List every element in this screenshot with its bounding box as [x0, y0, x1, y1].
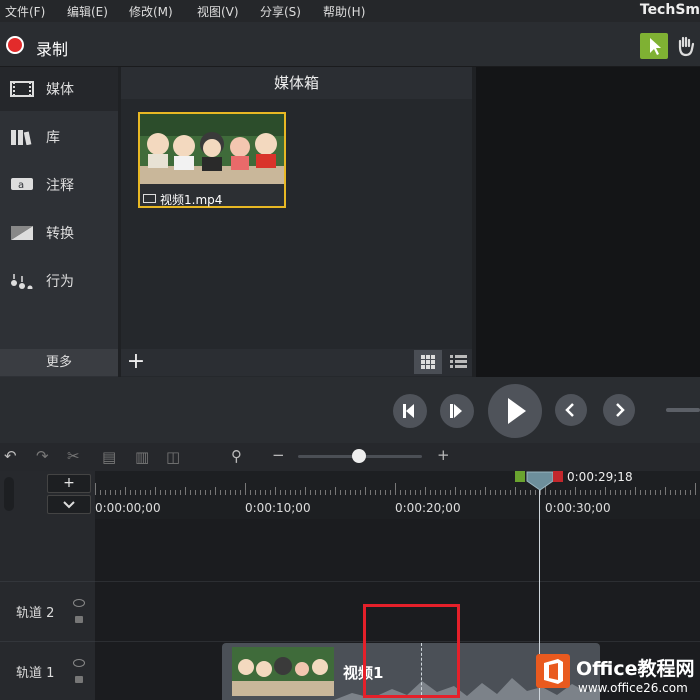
track-2-label: 轨道 2: [16, 606, 55, 621]
list-view-button[interactable]: [444, 350, 472, 374]
step-forward-icon: [450, 404, 462, 418]
brand-name: TechSm: [639, 2, 700, 18]
media-bin-title: 媒体箱: [121, 67, 472, 99]
chevron-right-icon: [616, 403, 625, 417]
collapse-tracks-button[interactable]: [47, 495, 91, 514]
split-icon[interactable]: ◫: [166, 448, 180, 466]
ruler-tick-label: 0:00:30;00: [545, 501, 611, 515]
record-toolbar: [0, 22, 700, 67]
sidebar: 媒体 库 a 注释 转换 行为: [0, 67, 118, 377]
playback-bar: [0, 377, 700, 443]
list-icon: [450, 355, 467, 368]
ruler-tick-label: 0:00:10;00: [245, 501, 311, 515]
play-button[interactable]: [488, 384, 542, 438]
menu-modify[interactable]: 修改(M): [129, 3, 173, 20]
step-back-icon: [403, 404, 414, 418]
zoom-out-icon[interactable]: −: [272, 446, 285, 464]
playhead-handle[interactable]: [515, 471, 555, 491]
cut-icon[interactable]: ✂: [67, 447, 80, 465]
chevron-down-icon: [63, 501, 75, 509]
sidebar-item-label: 库: [46, 130, 60, 146]
select-tool-button[interactable]: [640, 33, 668, 59]
eye-icon[interactable]: [73, 599, 85, 607]
behavior-icon: [11, 274, 33, 289]
sidebar-item-transitions[interactable]: 转换: [0, 211, 118, 255]
play-icon: [508, 398, 526, 424]
lock-icon[interactable]: [75, 676, 83, 683]
grid-icon: [421, 355, 435, 369]
record-icon[interactable]: [6, 36, 24, 54]
media-item-label: 视频1.mp4: [160, 193, 223, 207]
grid-view-button[interactable]: [414, 350, 442, 374]
track-1-label: 轨道 1: [16, 666, 55, 681]
zoom-search-icon: ⚲: [231, 447, 242, 465]
cursor-icon: [650, 38, 661, 55]
menu-file[interactable]: 文件(F): [5, 3, 45, 20]
zoom-in-icon[interactable]: +: [437, 446, 450, 464]
paste-icon[interactable]: ▥: [135, 448, 149, 466]
watermark-url: www.office26.com: [578, 681, 688, 695]
transition-icon: [11, 226, 33, 240]
copy-icon[interactable]: ▤: [102, 448, 116, 466]
sidebar-item-label: 转换: [46, 226, 74, 242]
out-point-marker[interactable]: [553, 471, 563, 482]
undo-icon[interactable]: ↶: [4, 447, 17, 465]
next-marker-button[interactable]: [603, 394, 635, 426]
menu-help[interactable]: 帮助(H): [323, 3, 365, 20]
ruler-tick-label: 0:00:20;00: [395, 501, 461, 515]
lock-icon[interactable]: [75, 616, 83, 623]
menu-view[interactable]: 视图(V): [197, 3, 239, 20]
in-point-marker[interactable]: [515, 471, 525, 482]
sidebar-item-label: 媒体: [46, 82, 74, 98]
highlight-box: [363, 604, 460, 698]
add-media-button[interactable]: +: [123, 351, 149, 375]
pan-tool-button[interactable]: [672, 33, 700, 59]
record-button-label[interactable]: 录制: [36, 36, 68, 60]
watermark-title: Office教程网: [576, 658, 695, 680]
track-headers: + 轨道 2 轨道 1: [0, 471, 700, 700]
media-thumbnail: [140, 114, 284, 184]
previous-marker-button[interactable]: [555, 394, 587, 426]
eye-icon[interactable]: [73, 659, 85, 667]
zoom-slider-handle[interactable]: [352, 449, 366, 463]
sidebar-item-label: 注释: [46, 178, 74, 194]
sidebar-item-label: 行为: [46, 274, 74, 290]
menu-edit[interactable]: 编辑(E): [67, 3, 108, 20]
step-back-button[interactable]: [393, 394, 427, 428]
sidebar-item-library[interactable]: 库: [0, 115, 118, 159]
office-logo-icon: [536, 654, 570, 688]
ruler-tick-label: 0:00:00;00: [95, 501, 161, 515]
sidebar-item-behaviors[interactable]: 行为: [0, 259, 118, 303]
more-button[interactable]: 更多: [0, 349, 118, 376]
hand-icon: [678, 36, 695, 57]
annotation-icon: a: [11, 178, 33, 191]
menu-share[interactable]: 分享(S): [260, 3, 301, 20]
library-icon: [11, 130, 32, 145]
preview-scrubber[interactable]: [666, 408, 700, 412]
track-height-slider[interactable]: [4, 477, 14, 511]
film-icon: [10, 81, 34, 97]
redo-icon[interactable]: ↷: [36, 447, 49, 465]
sidebar-item-media[interactable]: 媒体: [0, 67, 118, 111]
preview-canvas[interactable]: [476, 67, 700, 377]
step-forward-button[interactable]: [440, 394, 474, 428]
sidebar-item-annotations[interactable]: a 注释: [0, 163, 118, 207]
chevron-left-icon: [565, 403, 574, 417]
video-file-icon: [143, 194, 156, 203]
menu-bar: 文件(F) 编辑(E) 修改(M) 视图(V) 分享(S) 帮助(H) Tech…: [0, 0, 700, 22]
playhead-time: 0:00:29;18: [567, 470, 633, 484]
add-track-button[interactable]: +: [47, 474, 91, 493]
svg-text:a: a: [18, 180, 24, 191]
